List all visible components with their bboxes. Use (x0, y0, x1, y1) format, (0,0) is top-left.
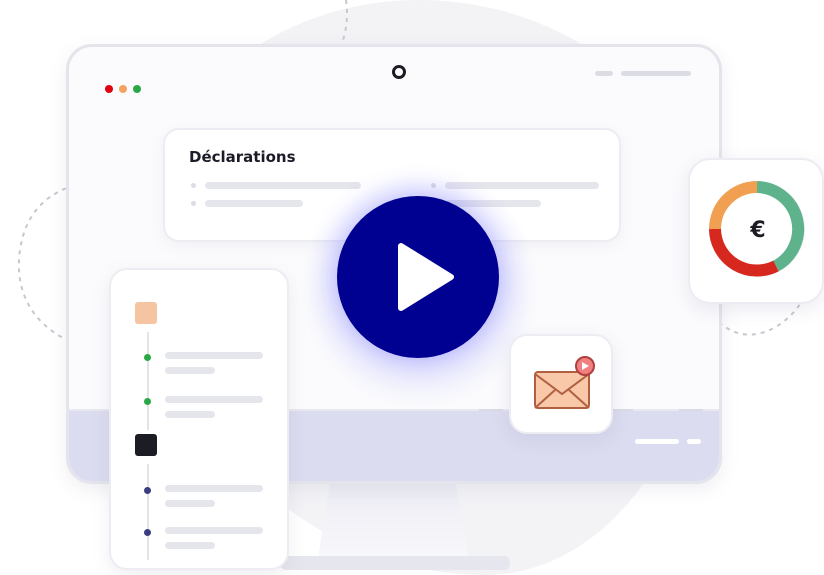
mail-card[interactable] (509, 334, 613, 434)
bottom-placeholder-short (687, 439, 701, 444)
timeline-dot (144, 398, 151, 405)
euro-card[interactable]: € (688, 158, 824, 304)
placeholder-line (165, 527, 263, 534)
timeline-dot (144, 354, 151, 361)
declarations-title: Déclarations (189, 148, 296, 166)
topbar-placeholder-long (621, 71, 691, 76)
close-dot-icon[interactable] (105, 85, 113, 93)
placeholder-line (165, 542, 215, 549)
minimize-dot-icon[interactable] (119, 85, 127, 93)
placeholder-line (165, 352, 263, 359)
camera-icon (392, 65, 406, 79)
placeholder-line (205, 200, 303, 207)
play-icon (398, 243, 454, 311)
monitor-stand (318, 482, 468, 558)
placeholder-line (165, 367, 215, 374)
timeline-dot (144, 487, 151, 494)
timeline-card[interactable] (109, 268, 289, 570)
list-bullet (191, 183, 196, 188)
step-square-icon (135, 302, 157, 324)
placeholder-line (165, 396, 263, 403)
topbar-placeholder-short (595, 71, 613, 76)
placeholder-line (165, 411, 215, 418)
maximize-dot-icon[interactable] (133, 85, 141, 93)
list-bullet (191, 201, 196, 206)
monitor-base (280, 556, 510, 570)
mail-icon (534, 356, 595, 409)
window-controls (105, 85, 141, 93)
placeholder-line (165, 485, 263, 492)
timeline-dot (144, 529, 151, 536)
euro-icon: € (750, 218, 766, 243)
placeholder-line (165, 500, 215, 507)
placeholder-line (205, 182, 361, 189)
timeline-line (147, 464, 149, 560)
bottom-placeholder-long (635, 439, 679, 444)
step-square-icon (135, 434, 157, 456)
timeline-line (147, 332, 149, 430)
play-button[interactable] (337, 196, 499, 358)
